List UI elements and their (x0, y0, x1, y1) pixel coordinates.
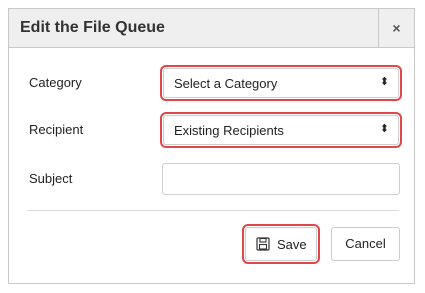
recipient-select[interactable]: Existing Recipients ⬍ (160, 112, 402, 148)
floppy-disk-icon (256, 237, 270, 251)
subject-label: Subject (29, 171, 73, 186)
category-label: Category (29, 75, 82, 90)
category-selected-value: Select a Category (174, 76, 278, 91)
dialog-header: Edit the File Queue × (9, 9, 414, 48)
cancel-button[interactable]: Cancel (331, 227, 400, 261)
select-arrows-icon: ⬍ (379, 76, 389, 88)
category-select[interactable]: Select a Category ⬍ (160, 65, 402, 101)
select-arrows-icon: ⬍ (379, 123, 389, 135)
close-button[interactable]: × (378, 9, 414, 47)
recipient-selected-value: Existing Recipients (174, 123, 284, 138)
close-icon: × (392, 20, 401, 36)
footer-divider (27, 210, 399, 211)
save-label: Save (277, 237, 307, 252)
dialog-title: Edit the File Queue (20, 19, 165, 36)
edit-file-queue-dialog: Edit the File Queue × Category Select a … (8, 8, 415, 284)
recipient-label: Recipient (29, 122, 84, 137)
save-button[interactable]: Save (242, 224, 320, 264)
subject-input[interactable] (162, 163, 400, 195)
